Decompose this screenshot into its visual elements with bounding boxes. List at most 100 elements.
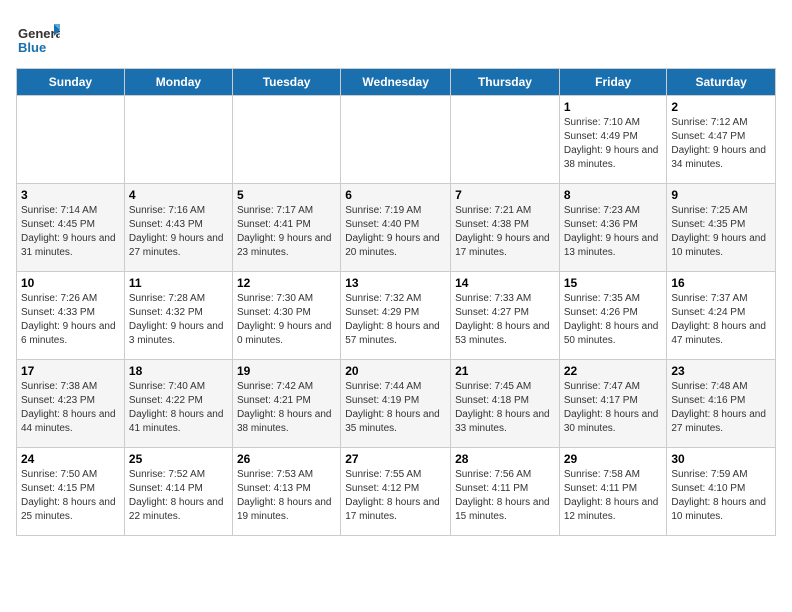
day-number: 30 [671, 452, 771, 466]
calendar-cell: 9Sunrise: 7:25 AM Sunset: 4:35 PM Daylig… [667, 184, 776, 272]
calendar-cell: 19 Sunrise: 7:42 AM Sunset: 4:21 PM Dayli… [232, 360, 340, 448]
day-info: Sunrise: 7:45 AM Sunset: 4:18 PM Dayligh… [455, 380, 555, 436]
day-info: Sunrise: 7:19 AM Sunset: 4:40 PM Dayligh… [345, 204, 446, 260]
day-number: 20 [345, 364, 446, 378]
calendar-cell: 12 Sunrise: 7:30 AM Sunset: 4:30 PM Dayli… [232, 272, 340, 360]
day-number: 7 [455, 188, 555, 202]
calendar-cell: 26 Sunrise: 7:53 AM Sunset: 4:13 PM Dayli… [232, 448, 340, 536]
calendar-week-1: 1Sunrise: 7:10 AM Sunset: 4:49 PM Daylig… [17, 96, 776, 184]
day-number: 8 [564, 188, 663, 202]
calendar-week-4: 17 Sunrise: 7:38 AM Sunset: 4:23 PM Dayli… [17, 360, 776, 448]
svg-text:General: General [18, 26, 60, 41]
day-number: 29 [564, 452, 663, 466]
day-info: Sunrise: 7:53 AM Sunset: 4:13 PM Dayligh… [237, 468, 336, 524]
day-number: 2 [671, 100, 771, 114]
calendar-cell: 15Sunrise: 7:35 AM Sunset: 4:26 PM Dayli… [559, 272, 667, 360]
day-number: 23 [671, 364, 771, 378]
day-info: Sunrise: 7:12 AM Sunset: 4:47 PM Dayligh… [671, 116, 771, 172]
day-info: Sunrise: 7:33 AM Sunset: 4:27 PM Dayligh… [455, 292, 555, 348]
logo-icon: General Blue [16, 16, 60, 60]
day-info: Sunrise: 7:23 AM Sunset: 4:36 PM Dayligh… [564, 204, 663, 260]
day-number: 28 [455, 452, 555, 466]
calendar-cell: 24 Sunrise: 7:50 AM Sunset: 4:15 PM Dayli… [17, 448, 125, 536]
day-info: Sunrise: 7:38 AM Sunset: 4:23 PM Dayligh… [21, 380, 120, 436]
calendar-cell: 14 Sunrise: 7:33 AM Sunset: 4:27 PM Dayli… [451, 272, 560, 360]
header: General Blue [16, 16, 776, 60]
day-info: Sunrise: 7:42 AM Sunset: 4:21 PM Dayligh… [237, 380, 336, 436]
day-info: Sunrise: 7:21 AM Sunset: 4:38 PM Dayligh… [455, 204, 555, 260]
day-info: Sunrise: 7:30 AM Sunset: 4:30 PM Dayligh… [237, 292, 336, 348]
calendar-cell [451, 96, 560, 184]
calendar-cell: 5 Sunrise: 7:17 AM Sunset: 4:41 PM Daylig… [232, 184, 340, 272]
day-header-saturday: Saturday [667, 69, 776, 96]
calendar-cell: 3 Sunrise: 7:14 AM Sunset: 4:45 PM Daylig… [17, 184, 125, 272]
day-number: 12 [237, 276, 336, 290]
calendar-cell [17, 96, 125, 184]
day-number: 13 [345, 276, 446, 290]
logo: General Blue [16, 16, 60, 60]
day-number: 5 [237, 188, 336, 202]
day-info: Sunrise: 7:32 AM Sunset: 4:29 PM Dayligh… [345, 292, 446, 348]
calendar-cell: 11Sunrise: 7:28 AM Sunset: 4:32 PM Dayli… [124, 272, 232, 360]
calendar-cell [341, 96, 451, 184]
day-number: 16 [671, 276, 771, 290]
calendar-cell: 23 Sunrise: 7:48 AM Sunset: 4:16 PM Dayli… [667, 360, 776, 448]
calendar-cell: 17 Sunrise: 7:38 AM Sunset: 4:23 PM Dayli… [17, 360, 125, 448]
day-number: 3 [21, 188, 120, 202]
day-info: Sunrise: 7:35 AM Sunset: 4:26 PM Dayligh… [564, 292, 663, 348]
day-number: 14 [455, 276, 555, 290]
day-number: 19 [237, 364, 336, 378]
day-info: Sunrise: 7:44 AM Sunset: 4:19 PM Dayligh… [345, 380, 446, 436]
calendar-cell: 1Sunrise: 7:10 AM Sunset: 4:49 PM Daylig… [559, 96, 667, 184]
calendar-table: SundayMondayTuesdayWednesdayThursdayFrid… [16, 68, 776, 536]
calendar-cell: 28Sunrise: 7:56 AM Sunset: 4:11 PM Dayli… [451, 448, 560, 536]
calendar-cell [232, 96, 340, 184]
day-info: Sunrise: 7:40 AM Sunset: 4:22 PM Dayligh… [129, 380, 228, 436]
day-info: Sunrise: 7:55 AM Sunset: 4:12 PM Dayligh… [345, 468, 446, 524]
day-header-monday: Monday [124, 69, 232, 96]
day-number: 22 [564, 364, 663, 378]
day-info: Sunrise: 7:58 AM Sunset: 4:11 PM Dayligh… [564, 468, 663, 524]
day-info: Sunrise: 7:50 AM Sunset: 4:15 PM Dayligh… [21, 468, 120, 524]
day-info: Sunrise: 7:10 AM Sunset: 4:49 PM Dayligh… [564, 116, 663, 172]
calendar-header: SundayMondayTuesdayWednesdayThursdayFrid… [17, 69, 776, 96]
calendar-cell: 8 Sunrise: 7:23 AM Sunset: 4:36 PM Daylig… [559, 184, 667, 272]
day-number: 24 [21, 452, 120, 466]
day-info: Sunrise: 7:14 AM Sunset: 4:45 PM Dayligh… [21, 204, 120, 260]
calendar-cell: 10 Sunrise: 7:26 AM Sunset: 4:33 PM Dayli… [17, 272, 125, 360]
day-info: Sunrise: 7:17 AM Sunset: 4:41 PM Dayligh… [237, 204, 336, 260]
calendar-week-2: 3 Sunrise: 7:14 AM Sunset: 4:45 PM Daylig… [17, 184, 776, 272]
calendar-cell [124, 96, 232, 184]
day-info: Sunrise: 7:59 AM Sunset: 4:10 PM Dayligh… [671, 468, 771, 524]
day-header-thursday: Thursday [451, 69, 560, 96]
calendar-cell: 20 Sunrise: 7:44 AM Sunset: 4:19 PM Dayli… [341, 360, 451, 448]
calendar-cell: 7 Sunrise: 7:21 AM Sunset: 4:38 PM Daylig… [451, 184, 560, 272]
day-number: 27 [345, 452, 446, 466]
day-header-friday: Friday [559, 69, 667, 96]
day-header-tuesday: Tuesday [232, 69, 340, 96]
day-number: 26 [237, 452, 336, 466]
calendar-cell: 4Sunrise: 7:16 AM Sunset: 4:43 PM Daylig… [124, 184, 232, 272]
calendar-cell: 21 Sunrise: 7:45 AM Sunset: 4:18 PM Dayli… [451, 360, 560, 448]
calendar-cell: 18Sunrise: 7:40 AM Sunset: 4:22 PM Dayli… [124, 360, 232, 448]
calendar-cell: 2 Sunrise: 7:12 AM Sunset: 4:47 PM Daylig… [667, 96, 776, 184]
calendar-cell: 27 Sunrise: 7:55 AM Sunset: 4:12 PM Dayli… [341, 448, 451, 536]
day-info: Sunrise: 7:48 AM Sunset: 4:16 PM Dayligh… [671, 380, 771, 436]
calendar-cell: 13 Sunrise: 7:32 AM Sunset: 4:29 PM Dayli… [341, 272, 451, 360]
day-number: 17 [21, 364, 120, 378]
day-header-sunday: Sunday [17, 69, 125, 96]
day-header-wednesday: Wednesday [341, 69, 451, 96]
day-info: Sunrise: 7:47 AM Sunset: 4:17 PM Dayligh… [564, 380, 663, 436]
calendar-cell: 6 Sunrise: 7:19 AM Sunset: 4:40 PM Daylig… [341, 184, 451, 272]
day-number: 10 [21, 276, 120, 290]
day-number: 6 [345, 188, 446, 202]
day-info: Sunrise: 7:52 AM Sunset: 4:14 PM Dayligh… [129, 468, 228, 524]
day-number: 11 [129, 276, 228, 290]
day-number: 4 [129, 188, 228, 202]
calendar-cell: 16Sunrise: 7:37 AM Sunset: 4:24 PM Dayli… [667, 272, 776, 360]
calendar-week-5: 24 Sunrise: 7:50 AM Sunset: 4:15 PM Dayli… [17, 448, 776, 536]
day-number: 25 [129, 452, 228, 466]
calendar-week-3: 10 Sunrise: 7:26 AM Sunset: 4:33 PM Dayli… [17, 272, 776, 360]
day-number: 21 [455, 364, 555, 378]
day-info: Sunrise: 7:26 AM Sunset: 4:33 PM Dayligh… [21, 292, 120, 348]
